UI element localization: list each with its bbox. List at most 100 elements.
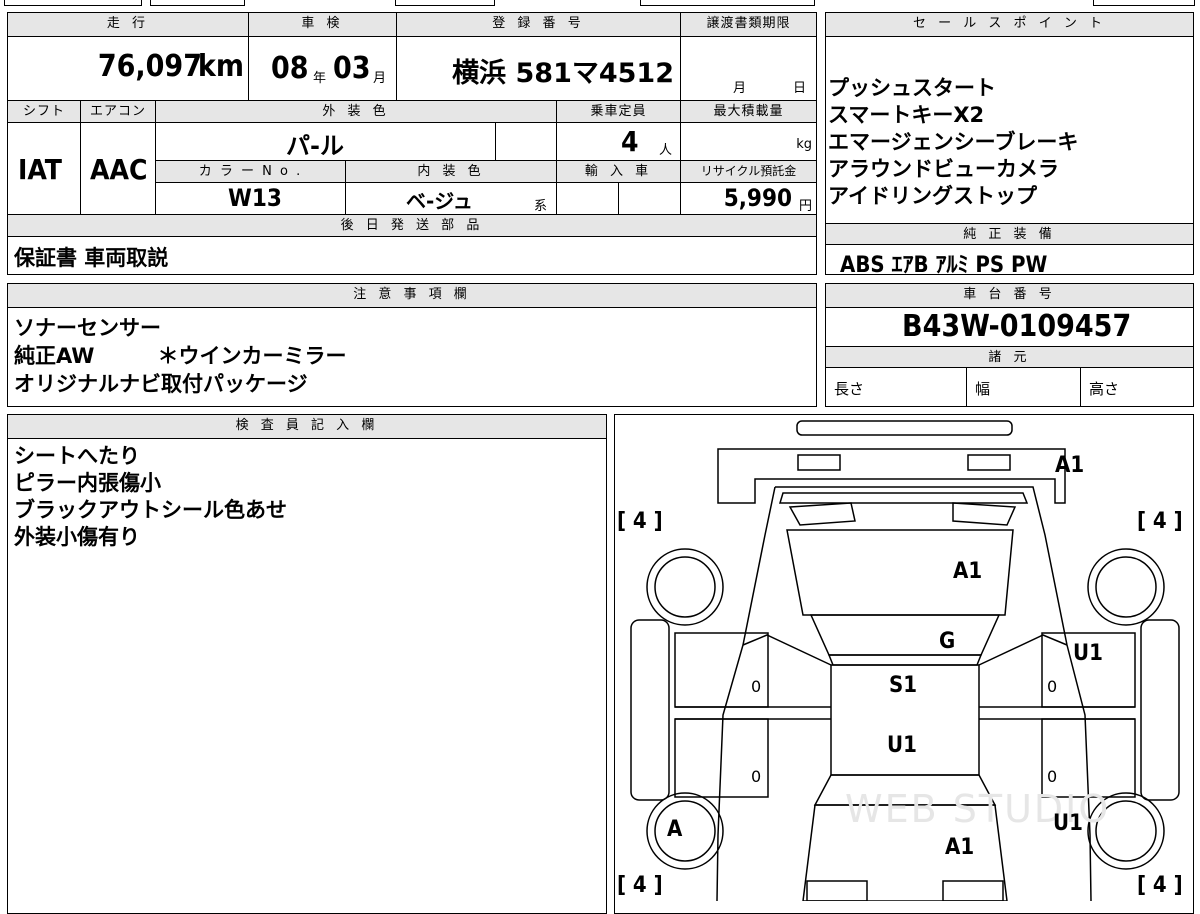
inspector-line: ピラー内張傷小 (14, 471, 161, 495)
registration-cell: 横浜 581マ4512 (396, 37, 680, 101)
exterior-color-value: パ-ル (286, 132, 344, 160)
tire-mark-rear-left: [ 4 ] (617, 509, 663, 534)
mark-roof-rear: U1 (887, 733, 917, 758)
color-no-header: カ ラ ー N o . (155, 161, 345, 183)
inspector-line: シートへたり (14, 444, 140, 468)
zero-mark: 0 (1047, 767, 1058, 786)
exterior-color-cell: パ-ル (155, 123, 495, 161)
chassis-header: 車 台 番 号 (826, 284, 1193, 308)
zero-mark: 0 (1047, 677, 1058, 696)
shift-cell: IAT (8, 123, 80, 215)
max-load-cell: kg (680, 123, 816, 161)
notes-panel: 注 意 事 項 欄 ソナーセンサー 純正AW ＊ウインカーミラー オリジナルナビ… (7, 283, 817, 407)
mileage-unit: km (197, 49, 244, 84)
inspector-line: ブラックアウトシール色あせ (14, 498, 287, 522)
specs-header: 諸 元 (826, 346, 1193, 368)
notes-list: ソナーセンサー 純正AW ＊ウインカーミラー オリジナルナビ取付パッケージ (14, 314, 346, 398)
transfer-deadline-header: 譲渡書類期限 (680, 13, 816, 37)
interior-color-cell: ベ-ジュ 系 (345, 183, 556, 215)
capacity-header: 乗車定員 (556, 101, 680, 123)
note-line: 純正AW ＊ウインカーミラー (14, 344, 347, 368)
sales-points-header: セ ー ル ス ポ イ ン ト (826, 13, 1193, 37)
max-load-unit: kg (796, 137, 812, 152)
inspection-year-unit: 年 (313, 71, 327, 86)
mark-rear-bumper: A1 (1055, 453, 1085, 478)
import-cell-2 (618, 183, 680, 215)
vehicle-info-table: 走 行 車 検 登 録 番 号 譲渡書類期限 76,097 km 08 年 03… (7, 12, 817, 275)
spec-width-label: 幅 (975, 380, 991, 398)
mileage-header: 走 行 (8, 13, 248, 37)
sales-points-panel: セ ー ル ス ポ イ ン ト プッシュスタート スマートキーX2 エマージェン… (825, 12, 1194, 278)
note-line: ソナーセンサー (14, 316, 161, 340)
spec-width: 幅 (966, 368, 1080, 406)
transfer-deadline-cell: 月 日 (680, 37, 816, 101)
recycle-header: リサイクル預託金 (680, 161, 816, 183)
aircon-cell: AAC (80, 123, 155, 215)
inspector-line: 外装小傷有り (14, 525, 140, 549)
capacity-value: 4 (621, 125, 639, 158)
interior-color-value: ベ-ジュ (406, 189, 473, 213)
registration-number: 横浜 581マ4512 (452, 58, 674, 89)
mark-windshield: G (939, 629, 956, 654)
notes-header: 注 意 事 項 欄 (8, 284, 816, 308)
inspector-list: シートへたり ピラー内張傷小 ブラックアウトシール色あせ 外装小傷有り (14, 443, 287, 551)
aircon-header: エアコン (80, 101, 155, 123)
capacity-unit: 人 (659, 143, 673, 158)
spec-length-label: 長さ (834, 380, 865, 398)
later-parts-cell: 保証書 車両取説 (8, 237, 816, 274)
mark-hood: A1 (945, 835, 975, 860)
chassis-panel: 車 台 番 号 B43W-0109457 諸 元 長さ 幅 高さ (825, 283, 1194, 407)
sales-point-item: エマージェンシーブレーキ (828, 130, 1079, 154)
mark-left-wheel: A (667, 817, 683, 842)
interior-color-suffix: 系 (534, 199, 548, 214)
later-parts-value: 保証書 車両取説 (14, 246, 169, 270)
recycle-cell: 5,990 円 (680, 183, 816, 215)
damage-diagram-panel: WEB STUDIO [ 4 ] [ 4 ] [ 4 ] [ 4 ] A1 A1… (614, 414, 1194, 914)
sales-point-item: スマートキーX2 (828, 103, 985, 127)
mark-roof: S1 (889, 673, 918, 698)
equipment-cell: ABS ｴｱB ｱﾙﾐ PS PW (826, 245, 1193, 278)
equipment-header: 純 正 装 備 (826, 223, 1193, 245)
inspection-cell: 08 年 03 月 (248, 37, 396, 101)
sales-point-item: アイドリングストップ (828, 184, 1037, 208)
equipment-value: ABS ｴｱB ｱﾙﾐ PS PW (840, 253, 1048, 278)
spec-height: 高さ (1080, 368, 1193, 406)
shift-header: シフト (8, 101, 80, 123)
recycle-unit: 円 (798, 199, 812, 214)
mileage-value: 76,097 (97, 49, 202, 84)
exterior-color-header: 外 装 色 (155, 101, 556, 123)
exterior-color-extra (495, 123, 556, 161)
inspection-year: 08 (271, 51, 309, 86)
top-clipped-strip (0, 0, 1200, 7)
max-load-header: 最大積載量 (680, 101, 816, 123)
tire-mark-front-right: [ 4 ] (1137, 873, 1183, 898)
mileage-cell: 76,097 km (8, 37, 248, 101)
inspection-month-unit: 月 (373, 71, 387, 86)
interior-color-header: 内 装 色 (345, 161, 556, 183)
transfer-day: 日 (793, 81, 807, 96)
zero-mark: 0 (751, 767, 762, 786)
tire-mark-rear-right: [ 4 ] (1137, 509, 1183, 534)
color-no-cell: W13 (155, 183, 345, 215)
note-line: オリジナルナビ取付パッケージ (14, 372, 308, 396)
mark-right-front-door: U1 (1073, 641, 1103, 666)
transfer-month: 月 (733, 81, 747, 96)
inspector-panel: 検 査 員 記 入 欄 シートへたり ピラー内張傷小 ブラックアウトシール色あせ… (7, 414, 607, 914)
recycle-value: 5,990 (723, 184, 792, 212)
spec-height-label: 高さ (1089, 380, 1120, 398)
inspector-header: 検 査 員 記 入 欄 (8, 415, 606, 439)
chassis-value: B43W-0109457 (902, 309, 1132, 344)
import-cell (556, 183, 618, 215)
registration-header: 登 録 番 号 (396, 13, 680, 37)
sales-points-list: プッシュスタート スマートキーX2 エマージェンシーブレーキ アラウンドビューカ… (828, 75, 1188, 210)
sales-point-item: プッシュスタート (828, 76, 996, 100)
chassis-cell: B43W-0109457 (826, 308, 1193, 346)
spec-length: 長さ (826, 368, 966, 406)
sales-point-item: アラウンドビューカメラ (828, 157, 1059, 181)
mark-right-rear-door: U1 (1053, 811, 1083, 836)
inspection-month: 03 (333, 51, 371, 86)
import-header: 輸 入 車 (556, 161, 680, 183)
color-no-value: W13 (228, 184, 282, 212)
tire-mark-front-left: [ 4 ] (617, 873, 663, 898)
shift-value: IAT (18, 153, 62, 186)
